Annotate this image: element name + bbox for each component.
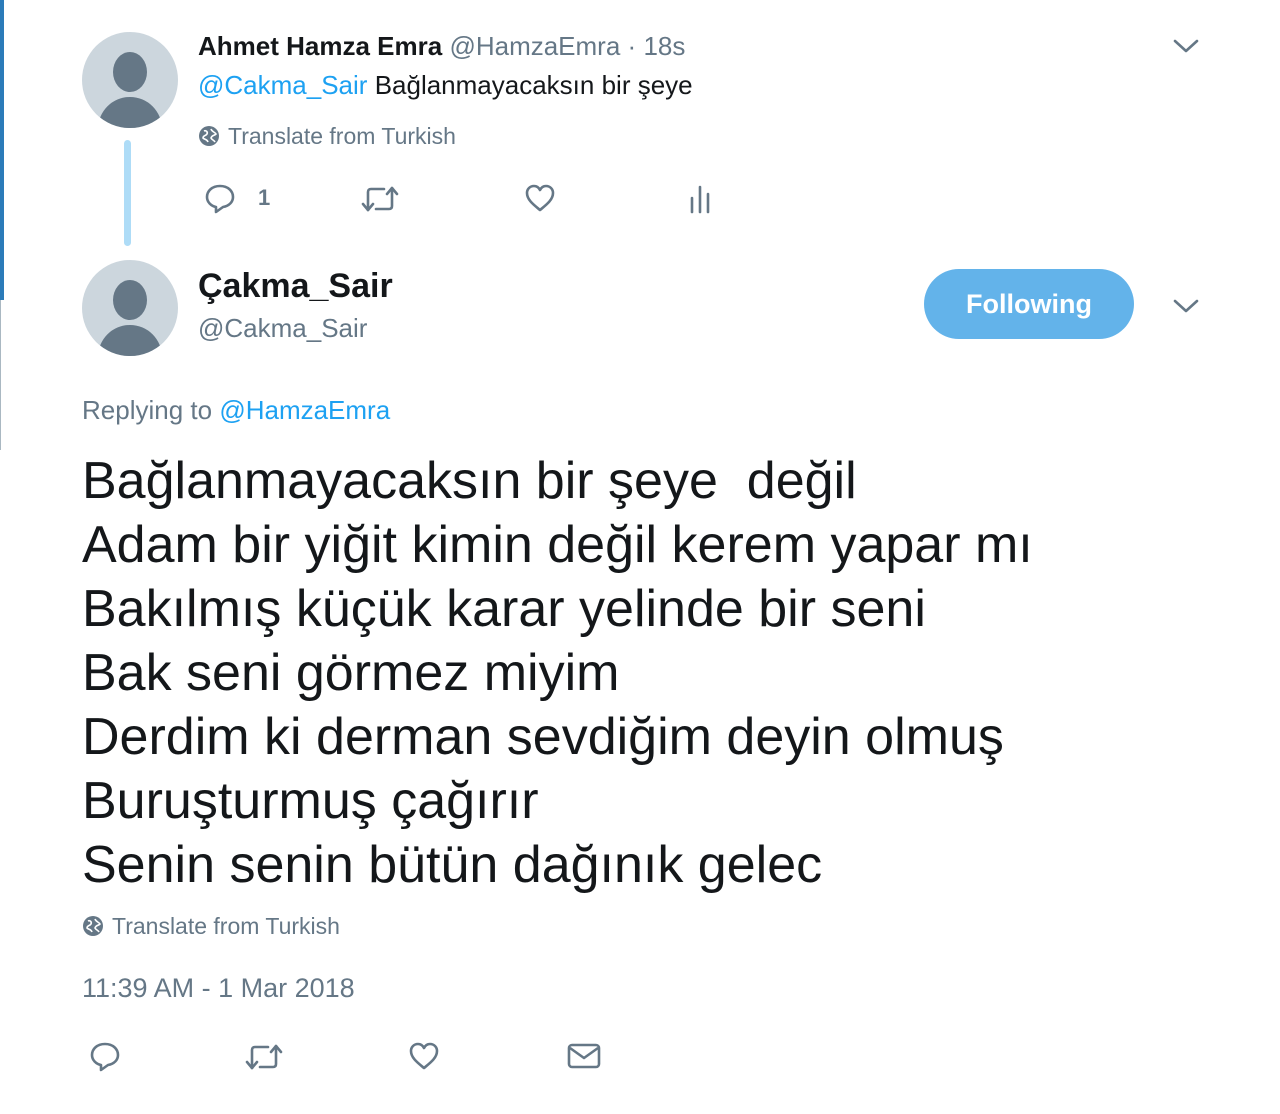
author-name[interactable]: Çakma_Sair [198, 266, 393, 306]
tweet-text: Bağlanmayacaksın bir şeye değil Adam bir… [82, 449, 1232, 897]
translate-link[interactable]: Translate from Turkish [198, 122, 456, 150]
heart-icon [525, 184, 555, 212]
retweet-icon [361, 186, 399, 212]
retweet-button[interactable] [244, 1042, 284, 1072]
reply-tweet-body: Bağlanmayacaksın bir şeye [374, 70, 693, 100]
avatar-body [98, 97, 162, 128]
chevron-down-icon[interactable] [1171, 296, 1201, 316]
mention-link[interactable]: @Cakma_Sair [198, 70, 367, 100]
tweet-page: Ahmet Hamza Emra @HamzaEmra · 18s @Cakma… [0, 0, 1280, 1114]
like-button[interactable] [524, 183, 556, 213]
reply-count: 1 [258, 185, 271, 210]
like-button[interactable] [408, 1041, 440, 1071]
chevron-down-icon[interactable] [1171, 36, 1201, 56]
poem-line: Adam bir yiğit kimin değil kerem yapar m… [82, 516, 1033, 574]
avatar-body [98, 325, 162, 356]
header-separator: · [627, 31, 637, 61]
author-name[interactable]: Ahmet Hamza Emra [198, 31, 442, 61]
poem-line: Bağlanmayacaksın bir şeye değil [82, 452, 857, 510]
poem-line: Senin senin bütün dağınık gelec [82, 836, 823, 894]
reply-tweet-header: Ahmet Hamza Emra @HamzaEmra · 18s [198, 30, 685, 62]
window-edge [0, 0, 4, 1114]
avatar-head [113, 52, 147, 92]
replying-prefix: Replying to [82, 395, 213, 425]
author-handle[interactable]: @Cakma_Sair [198, 312, 367, 344]
poem-line: Derdim ki derman sevdiğim deyin olmuş [82, 708, 1004, 766]
reply-button[interactable]: 1 [204, 182, 270, 214]
analytics-icon [690, 185, 710, 214]
retweet-icon [245, 1044, 283, 1070]
reply-icon [205, 184, 235, 214]
retweet-button[interactable] [360, 184, 400, 214]
tweet-timestamp[interactable]: 11:39 AM - 1 Mar 2018 [82, 972, 355, 1004]
window-edge-line [0, 300, 1, 450]
heart-icon [409, 1042, 439, 1070]
replying-to: Replying to @HamzaEmra [82, 394, 390, 426]
thread-connector [124, 140, 131, 246]
reply-tweet-text: @Cakma_Sair Bağlanmayacaksın bir şeye [198, 68, 693, 102]
reply-icon [90, 1042, 120, 1072]
reply-button[interactable] [89, 1040, 121, 1072]
globe-icon [199, 126, 219, 146]
author-handle[interactable]: @HamzaEmra [449, 31, 620, 61]
avatar[interactable] [82, 32, 178, 128]
divider [82, 1022, 1198, 1023]
replying-to-link[interactable]: @HamzaEmra [219, 395, 390, 425]
poem-line: Bakılmış küçük karar yelinde bir seni [82, 580, 926, 638]
globe-icon [83, 916, 103, 936]
window-edge-accent [0, 0, 4, 300]
avatar[interactable] [82, 260, 178, 356]
translate-label: Translate from Turkish [228, 123, 456, 149]
translate-link[interactable]: Translate from Turkish [82, 912, 340, 940]
translate-label: Translate from Turkish [112, 913, 340, 939]
avatar-head [113, 280, 147, 320]
envelope-icon [567, 1043, 601, 1069]
poem-line: Buruşturmuş çağırır [82, 772, 539, 830]
poem-line: Bak seni görmez miyim [82, 644, 620, 702]
tweet-time[interactable]: 18s [643, 31, 685, 61]
analytics-button[interactable] [688, 184, 712, 214]
direct-message-button[interactable] [567, 1042, 601, 1070]
following-button[interactable]: Following [924, 269, 1134, 339]
